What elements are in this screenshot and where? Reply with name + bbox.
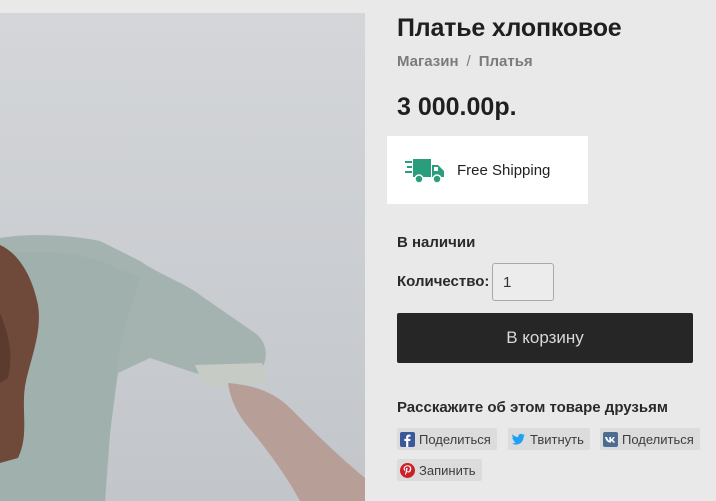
- product-price: 3 000.00р.: [397, 93, 517, 121]
- breadcrumb-shop-link[interactable]: Магазин: [397, 53, 459, 70]
- product-title: Платье хлопковое: [397, 14, 622, 42]
- facebook-share-label: Поделиться: [419, 431, 491, 447]
- pinterest-share-label: Запинить: [419, 462, 476, 478]
- breadcrumb-dresses-link[interactable]: Платья: [479, 53, 533, 70]
- breadcrumb: Магазин / Платья: [397, 53, 533, 70]
- twitter-icon: [511, 432, 526, 447]
- add-to-cart-button[interactable]: В корзину: [397, 313, 693, 363]
- free-shipping-badge: Free Shipping: [387, 136, 588, 204]
- vk-share-label: Поделиться: [622, 431, 694, 447]
- truck-icon: [405, 157, 445, 190]
- pinterest-icon: [400, 462, 415, 478]
- quantity-input[interactable]: [492, 263, 554, 301]
- product-photo-illustration: [0, 235, 365, 501]
- free-shipping-label: Free Shipping: [457, 162, 551, 179]
- vk-icon: [603, 431, 618, 447]
- share-title: Расскажите об этом товаре друзьям: [397, 399, 668, 416]
- vk-share-button[interactable]: Поделиться: [600, 428, 700, 450]
- pinterest-share-button[interactable]: Запинить: [397, 459, 482, 481]
- quantity-label: Количество:: [397, 273, 490, 290]
- product-image: [0, 13, 365, 501]
- breadcrumb-separator: /: [466, 53, 471, 70]
- twitter-share-label: Твитнуть: [530, 431, 584, 447]
- facebook-icon: [400, 431, 415, 447]
- twitter-share-button[interactable]: Твитнуть: [508, 428, 590, 450]
- facebook-share-button[interactable]: Поделиться: [397, 428, 497, 450]
- stock-status: В наличии: [397, 234, 476, 251]
